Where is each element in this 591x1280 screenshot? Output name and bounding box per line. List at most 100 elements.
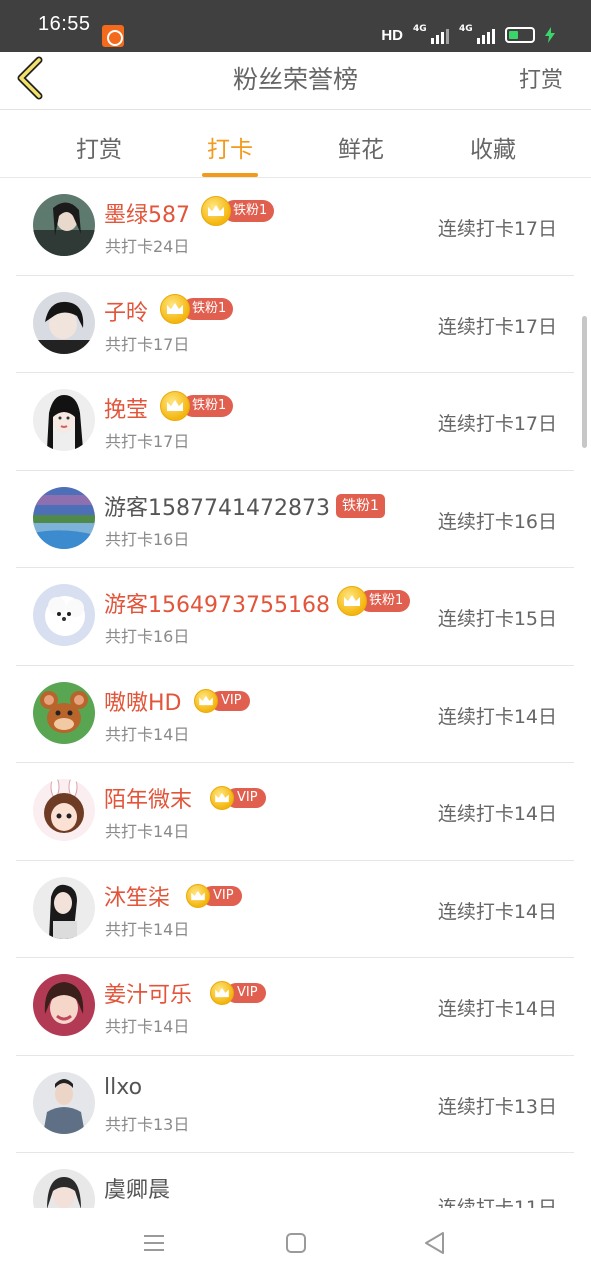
- streak-text: 连续打卡14日: [437, 705, 557, 728]
- crown-icon: [337, 586, 367, 616]
- crown-icon: [201, 196, 231, 226]
- status-bar: 16:55 HD 4G 4G: [0, 0, 591, 52]
- fan-tier-badge: VIP: [210, 980, 266, 1006]
- crown-icon: [210, 786, 234, 810]
- streak-text: 连续打卡11日: [437, 1197, 557, 1208]
- avatar: [33, 779, 95, 841]
- tab-flowers[interactable]: 鲜花: [311, 130, 411, 164]
- battery-icon: [505, 27, 535, 43]
- crown-icon: [160, 391, 190, 421]
- fan-name: 游客1587741472873: [104, 495, 330, 521]
- avatar: [33, 584, 95, 646]
- fan-name: 陌年微末: [104, 788, 193, 813]
- total-checkins: 共打卡14日: [105, 1017, 190, 1036]
- tab-checkin[interactable]: 打卡: [180, 130, 280, 177]
- tab-bar: 打赏 打卡 鲜花 收藏: [0, 110, 591, 178]
- fan-name: 墨绿587: [104, 203, 190, 228]
- fan-tier-badge: 铁粉1: [337, 586, 411, 616]
- system-nav-bar: [0, 1208, 591, 1280]
- list-item[interactable]: 挽莹 铁粉1 共打卡17日 连续打卡17日: [16, 373, 574, 471]
- signal-label: 4G: [413, 24, 427, 34]
- scrollbar-thumb[interactable]: [582, 316, 587, 448]
- fan-name: 子昤: [104, 300, 149, 326]
- total-checkins: 共打卡17日: [105, 432, 190, 451]
- total-checkins: 共打卡24日: [105, 237, 190, 256]
- signal-icon-2: 4G: [459, 24, 495, 44]
- streak-text: 连续打卡14日: [437, 998, 557, 1020]
- status-time: 16:55: [38, 13, 91, 35]
- home-icon: [286, 1233, 306, 1253]
- avatar: [33, 389, 95, 451]
- streak-text: 连续打卡17日: [437, 413, 557, 435]
- list-item[interactable]: 子昤 铁粉1 共打卡17日 连续打卡17日: [16, 276, 574, 373]
- avatar: [33, 486, 95, 549]
- list-item[interactable]: 虞卿晨 连续打卡11日: [16, 1153, 574, 1208]
- streak-text: 连续打卡14日: [437, 803, 557, 825]
- fan-tier-badge: 铁粉1: [160, 391, 234, 421]
- fan-name: 游客1564973755168: [104, 593, 330, 618]
- page-header: 粉丝荣誉榜 打赏: [0, 52, 591, 110]
- fan-tier-badge: VIP: [210, 785, 266, 811]
- fan-tier-badge: VIP: [186, 883, 242, 909]
- total-checkins: 共打卡17日: [105, 334, 190, 354]
- total-checkins: 共打卡13日: [105, 1114, 190, 1134]
- avatar: [33, 194, 95, 256]
- fan-name: 姜汁可乐: [104, 983, 193, 1008]
- streak-text: 连续打卡15日: [437, 608, 557, 630]
- crown-icon: [210, 981, 234, 1005]
- total-checkins: 共打卡14日: [105, 724, 190, 744]
- streak-text: 连续打卡17日: [437, 218, 557, 240]
- total-checkins: 共打卡16日: [105, 529, 190, 549]
- page-title: 粉丝荣誉榜: [232, 65, 358, 94]
- tab-reward[interactable]: 打赏: [49, 130, 149, 164]
- fan-name: 嗷嗷HD: [104, 690, 182, 716]
- list-item[interactable]: 游客1587741472873 铁粉1 共打卡16日 连续打卡16日: [16, 471, 574, 568]
- app-root: 16:55 HD 4G 4G 粉丝荣誉榜 打赏 打赏 打卡 鲜花 收藏 墨绿58…: [0, 0, 591, 1280]
- list-item[interactable]: 姜汁可乐 VIP 共打卡14日 连续打卡14日: [16, 958, 574, 1056]
- tab-favorites[interactable]: 收藏: [443, 130, 543, 164]
- tab-checkin-label: 打卡: [207, 137, 253, 163]
- avatar: [33, 1169, 95, 1208]
- fan-name: llxo: [104, 1074, 143, 1100]
- nav-menu-button[interactable]: [141, 1230, 171, 1260]
- fan-name: 挽莹: [104, 398, 149, 423]
- tier-label: 铁粉1: [336, 493, 385, 518]
- streak-text: 连续打卡16日: [437, 510, 557, 533]
- signal-label-2: 4G: [459, 24, 473, 34]
- avatar: [33, 876, 95, 939]
- avatar: [33, 1071, 95, 1134]
- reward-link[interactable]: 打赏: [519, 62, 563, 94]
- total-checkins: 共打卡14日: [105, 919, 190, 939]
- fan-name: 虞卿晨: [104, 1178, 171, 1203]
- streak-text: 连续打卡14日: [437, 900, 557, 923]
- list-item[interactable]: 嗷嗷HD VIP 共打卡14日 连续打卡14日: [16, 666, 574, 763]
- signal-icon: 4G: [413, 24, 449, 44]
- notification-app-icon: [102, 25, 124, 47]
- fan-tier-badge: VIP: [194, 688, 250, 714]
- hd-indicator: HD: [381, 26, 403, 44]
- avatar: [33, 681, 95, 744]
- status-indicators: HD 4G 4G: [381, 24, 555, 46]
- crown-icon: [160, 293, 190, 324]
- list-item[interactable]: 墨绿587 铁粉1 共打卡24日 连续打卡17日: [16, 178, 574, 276]
- back-triangle-icon: [425, 1232, 444, 1254]
- crown-icon: [186, 883, 210, 908]
- menu-icon: [144, 1235, 164, 1251]
- fan-name: 沐笙柒: [104, 885, 171, 911]
- crown-icon: [194, 688, 218, 713]
- nav-home-button[interactable]: [283, 1230, 313, 1260]
- fan-tier-badge: 铁粉1: [201, 196, 275, 226]
- charging-icon: [545, 27, 555, 43]
- total-checkins: 共打卡14日: [105, 822, 190, 841]
- list-item[interactable]: 沐笙柒 VIP 共打卡14日 连续打卡14日: [16, 861, 574, 958]
- list-item[interactable]: 游客1564973755168 铁粉1 共打卡16日 连续打卡15日: [16, 568, 574, 666]
- list-item[interactable]: llxo 共打卡13日 连续打卡13日: [16, 1056, 574, 1153]
- fan-list: 墨绿587 铁粉1 共打卡24日 连续打卡17日 子昤 铁粉1 共打卡17日 连…: [0, 178, 591, 1208]
- fan-tier-badge: 铁粉1: [336, 493, 385, 519]
- avatar: [33, 291, 95, 354]
- nav-back-button[interactable]: [422, 1230, 452, 1260]
- list-item[interactable]: 陌年微末 VIP 共打卡14日 连续打卡14日: [16, 763, 574, 861]
- total-checkins: 共打卡16日: [105, 627, 190, 646]
- fan-tier-badge: 铁粉1: [160, 293, 234, 324]
- streak-text: 连续打卡13日: [437, 1095, 557, 1118]
